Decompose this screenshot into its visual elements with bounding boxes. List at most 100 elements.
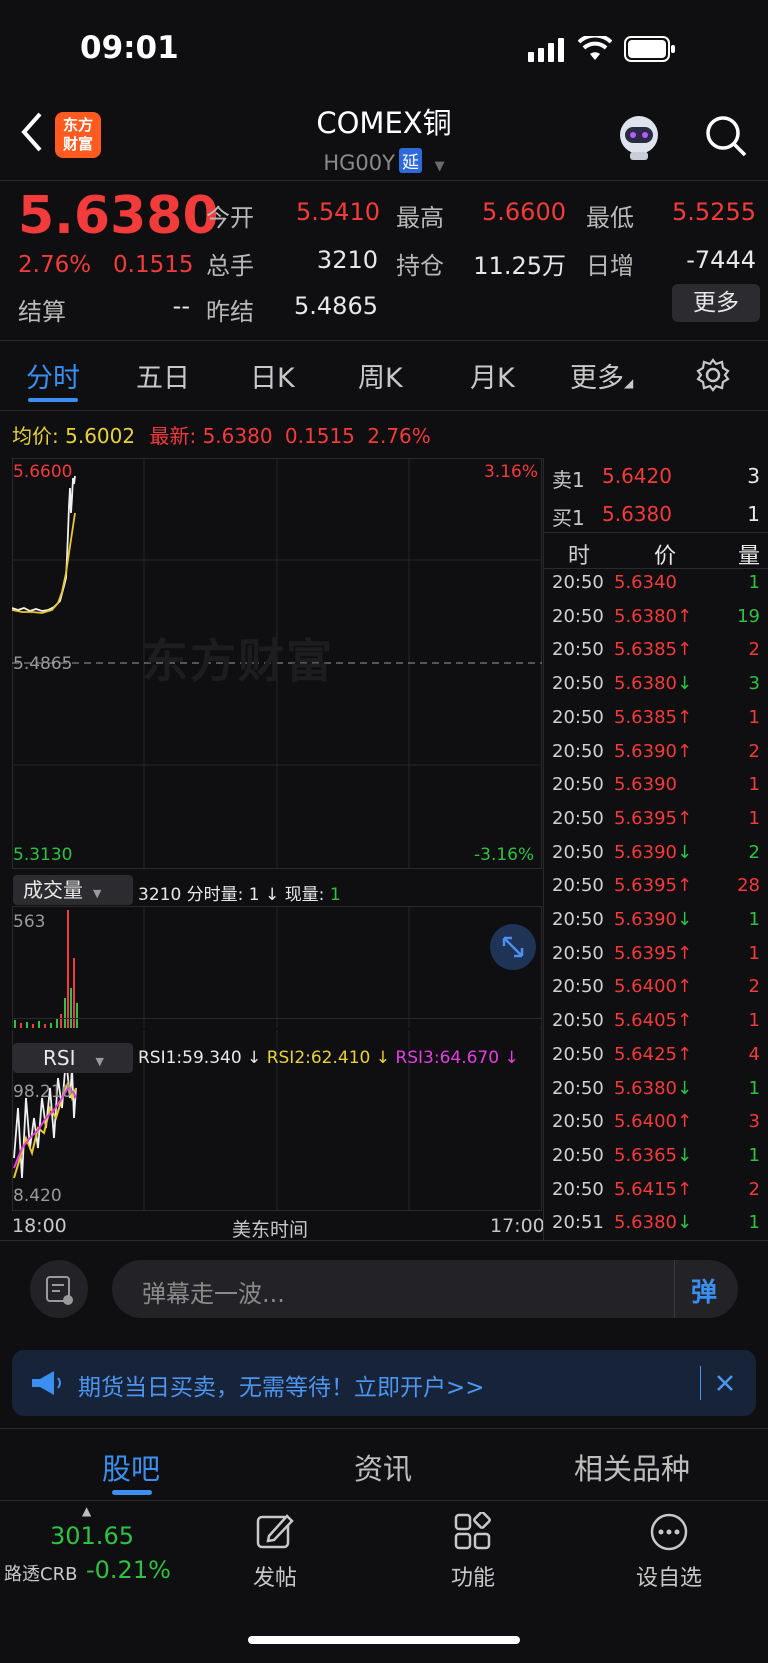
trade-volume: 2 (748, 740, 760, 762)
more-quote-button[interactable]: 更多 (672, 284, 760, 322)
tab-intraday[interactable]: 分时 (26, 356, 80, 395)
bid-label: 买1 (552, 506, 585, 530)
function-button[interactable]: 功能 (428, 1512, 518, 1592)
avg-value: 5.6002 (65, 424, 136, 448)
trade-time: 20:50 (552, 909, 604, 930)
time-end: 17:00 (490, 1215, 545, 1237)
triangle-up-icon: ▲ (82, 1504, 92, 1518)
trade-time: 20:50 (552, 807, 604, 829)
trade-price: 5.6380↑ (614, 605, 693, 627)
trade-row: 20:50 5.6385↑ 2 (552, 639, 760, 669)
volume-max: 563 (13, 912, 46, 932)
trade-row: 20:50 5.6395↑ 1 (552, 943, 760, 973)
trade-row: 20:50 5.6385↑ 1 (552, 707, 760, 737)
volume-indicator-select[interactable]: 成交量 ▼ (13, 875, 133, 905)
chart-low-price: 5.3130 (13, 845, 73, 865)
trade-volume: 2 (748, 639, 760, 661)
chevron-down-icon: ▼ (93, 887, 102, 900)
tab-related[interactable]: 相关品种 (574, 1446, 690, 1488)
rsi-bottom: 8.420 (13, 1186, 62, 1206)
post-button[interactable]: 发帖 (230, 1512, 320, 1592)
trade-volume: 1 (748, 1010, 760, 1032)
trade-time: 20:50 (552, 976, 604, 998)
trade-price: 5.6400↑ (614, 1111, 693, 1133)
trade-volume: 3 (748, 673, 760, 695)
change-pct: 2.76% (18, 252, 92, 278)
low-value: 5.5255 (672, 198, 756, 226)
tab-more[interactable]: 更多◢ (570, 356, 633, 395)
tab-daily-k[interactable]: 日K (250, 356, 295, 395)
daily-inc-value: -7444 (686, 246, 756, 274)
latest-change-pct: 2.76% (367, 424, 431, 448)
tab-weekly-k[interactable]: 周K (358, 356, 403, 395)
rsi-top: 98.210 (13, 1082, 73, 1102)
trade-volume: 1 (748, 807, 760, 829)
status-time: 09:01 (80, 30, 179, 66)
trade-time: 20:50 (552, 673, 604, 695)
avg-price-curve (12, 512, 76, 614)
trade-volume: 1 (748, 909, 760, 930)
trade-volume: 1 (748, 706, 760, 728)
trade-time: 20:50 (552, 1010, 604, 1032)
close-icon[interactable] (712, 1370, 738, 1396)
trade-row: 20:50 5.6365↓ 1 (552, 1145, 760, 1175)
latest-change: 0.1515 (284, 424, 355, 448)
avg-label: 均价: (12, 424, 59, 448)
index-ticker[interactable]: ▲ 301.65 路透CRB -0.21% (0, 1504, 180, 1594)
volume-now-label: 现量: (284, 885, 325, 905)
trades-header: 时 价 量 (552, 538, 760, 569)
chart-low-pct: -3.16% (474, 845, 535, 865)
expand-chart-button[interactable] (490, 924, 536, 970)
trade-row: 20:50 5.6380↑ 19 (552, 606, 760, 636)
price-chart[interactable] (12, 458, 542, 1238)
watermark: 东方财富 (142, 634, 334, 688)
tab-more-label: 更多 (570, 363, 624, 394)
trade-volume: 2 (748, 976, 760, 998)
trade-volume: 1 (748, 942, 760, 964)
bid-price: 5.6380 (602, 502, 672, 526)
rsi3-value: RSI3:64.670 ↓ (395, 1048, 519, 1068)
ask-price: 5.6420 (602, 464, 672, 488)
trade-price: 5.6390 (614, 774, 677, 796)
tab-five-day[interactable]: 五日 (136, 356, 190, 395)
tab-active-indicator (28, 398, 78, 402)
trade-time: 20:51 (552, 1212, 604, 1234)
trade-time: 20:50 (552, 1043, 604, 1065)
settings-gear-icon[interactable] (696, 358, 730, 392)
trade-time: 20:50 (552, 774, 604, 796)
expand-icon (502, 936, 524, 958)
trade-volume: 2 (748, 1178, 760, 1200)
trade-price: 5.6385↑ (614, 639, 693, 661)
col-price: 价 (654, 544, 677, 569)
trade-price: 5.6395↑ (614, 942, 693, 964)
trade-row: 20:51 5.6380↓ 1 (552, 1212, 760, 1242)
promo-banner[interactable]: 期货当日买卖，无需等待！立即开户>> (12, 1350, 756, 1416)
robot-assistant-icon[interactable] (614, 112, 664, 162)
trade-row: 20:50 5.6405↑ 1 (552, 1010, 760, 1040)
volume-label: 总手 (206, 252, 254, 280)
trade-row: 20:50 5.6395↑ 1 (552, 808, 760, 838)
rsi-indicator-select[interactable]: RSI ▼ (13, 1043, 133, 1073)
tab-news[interactable]: 资讯 (354, 1446, 412, 1488)
trade-volume: 1 (748, 1144, 760, 1166)
more-circle-icon (650, 1513, 688, 1551)
trade-price: 5.6390↓ (614, 841, 693, 863)
danmu-settings-button[interactable] (30, 1260, 88, 1318)
tab-guba[interactable]: 股吧 (102, 1446, 160, 1488)
trade-price: 5.6390↑ (614, 740, 693, 762)
danmu-toggle-button[interactable]: 弹 (674, 1260, 738, 1318)
home-indicator[interactable] (248, 1636, 520, 1644)
add-watchlist-button[interactable]: 设自选 (624, 1512, 714, 1592)
grid-apps-icon (454, 1512, 491, 1550)
trade-volume: 19 (737, 605, 760, 627)
danmu-input[interactable]: 弹幕走一波... 弹 (112, 1260, 738, 1318)
high-value: 5.6600 (482, 198, 566, 226)
search-icon[interactable] (704, 114, 748, 158)
trade-time: 20:50 (552, 1111, 604, 1133)
open-value: 5.5410 (296, 198, 380, 226)
promo-text: 期货当日买卖，无需等待！立即开户>> (78, 1375, 485, 1401)
bid-vol: 1 (747, 502, 760, 526)
trade-price: 5.6400↑ (614, 976, 693, 998)
latest-label: 最新: (149, 424, 197, 448)
tab-monthly-k[interactable]: 月K (470, 356, 515, 395)
